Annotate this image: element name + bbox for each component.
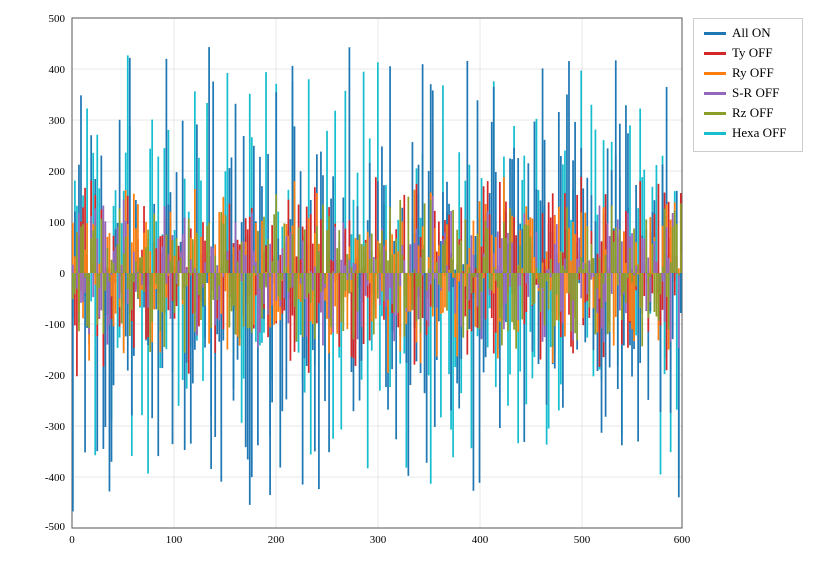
legend-label-sr-off: S-R OFF [732, 85, 779, 101]
svg-text:0: 0 [69, 534, 75, 546]
svg-text:-400: -400 [45, 472, 66, 484]
legend-line-sr-off [704, 92, 726, 95]
legend-line-rz-off [704, 112, 726, 115]
legend-item-all-on: All ON [704, 25, 792, 41]
svg-text:200: 200 [268, 534, 285, 546]
legend-label-ty-off: Ty OFF [732, 45, 773, 61]
svg-text:200: 200 [49, 166, 66, 178]
legend-item-rz-off: Rz OFF [704, 105, 792, 121]
legend-label-hexa-off: Hexa OFF [732, 125, 787, 141]
legend-line-all-on [704, 32, 726, 35]
svg-text:400: 400 [472, 534, 489, 546]
legend-label-rz-off: Rz OFF [732, 105, 774, 121]
svg-text:600: 600 [674, 534, 691, 546]
svg-text:300: 300 [49, 115, 66, 127]
svg-text:300: 300 [370, 534, 387, 546]
svg-text:0: 0 [60, 268, 66, 280]
svg-text:500: 500 [49, 13, 66, 25]
legend-item-ty-off: Ty OFF [704, 45, 792, 61]
svg-text:100: 100 [49, 217, 66, 229]
svg-text:-500: -500 [45, 521, 66, 533]
legend-line-ty-off [704, 52, 726, 55]
legend-label-ry-off: Ry OFF [732, 65, 774, 81]
legend-item-sr-off: S-R OFF [704, 85, 792, 101]
svg-text:100: 100 [166, 534, 183, 546]
svg-text:-200: -200 [45, 370, 66, 382]
legend-line-ry-off [704, 72, 726, 75]
svg-text:400: 400 [49, 64, 66, 76]
chart-container: 500 400 300 200 100 0 -100 -200 -300 -40… [0, 0, 821, 584]
legend-item-ry-off: Ry OFF [704, 65, 792, 81]
legend-line-hexa-off [704, 132, 726, 135]
legend-area: All ON Ty OFF Ry OFF S-R OFF Rz OFF Hexa… [693, 18, 803, 152]
legend-item-hexa-off: Hexa OFF [704, 125, 792, 141]
svg-text:500: 500 [574, 534, 591, 546]
svg-text:-100: -100 [45, 319, 66, 331]
legend-label-all-on: All ON [732, 25, 771, 41]
svg-text:-300: -300 [45, 421, 66, 433]
